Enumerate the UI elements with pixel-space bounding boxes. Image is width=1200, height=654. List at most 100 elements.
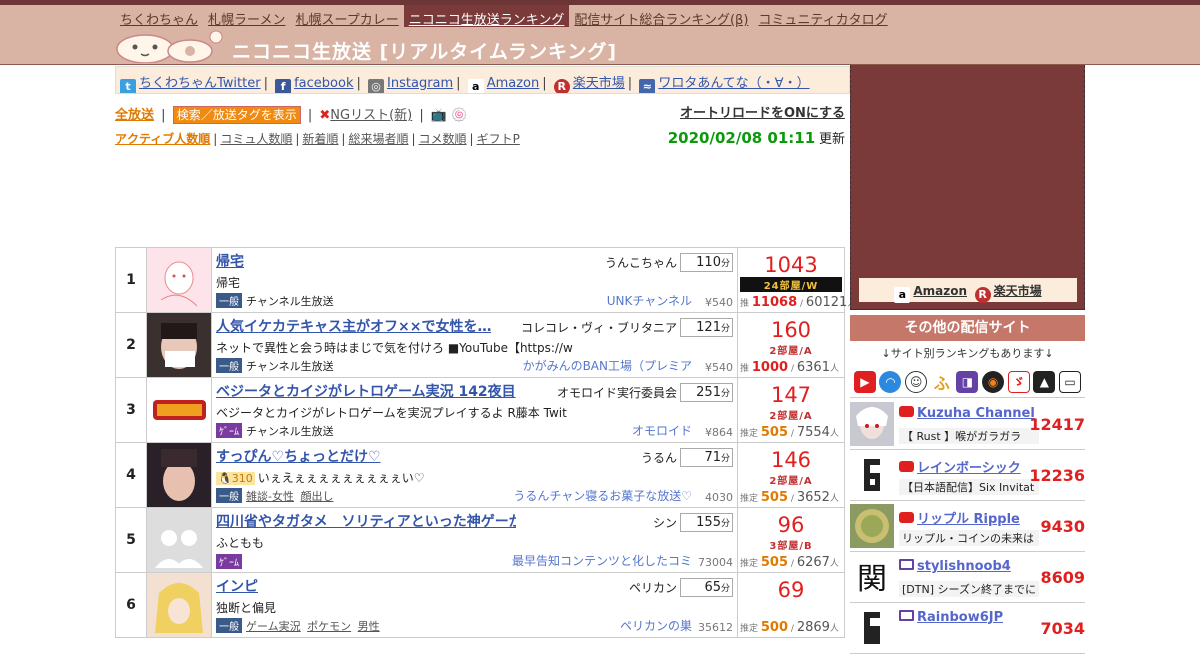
nav-ramen[interactable]: 札幌ラーメン [203,5,290,28]
streamer-list: Kuzuha Channel 【 Rust 】喉がガラガラ 12417 レインボ… [850,399,1085,654]
nav-streaming-ranking[interactable]: 配信サイト総合ランキング(β) [569,5,753,28]
fuwa-icon[interactable]: ふ [930,370,953,393]
showroom-icon[interactable]: ゞ [1007,370,1030,393]
stream-title: リップル・コインの未来は [899,530,1039,546]
sort-community[interactable]: コミュ人数順 [220,132,292,146]
streamer-item[interactable]: レインボーシック 【日本語配信】Six Invitat 12236 [850,450,1085,501]
streamer-item[interactable]: Rainbow6JP 7034 [850,603,1085,654]
all-broadcasts-link[interactable]: 全放送 [115,108,154,123]
penguin-icon: 🐧 [218,472,232,485]
broadcast-title[interactable]: 帰宅 [216,251,244,271]
broadcast-title[interactable]: 四川省やタガタメ ソリティアといった神ゲーが集う枠 [216,511,516,531]
streamer-name[interactable]: レインボーシック [899,457,1021,476]
viewer-stats: 147 2部屋/A 推定 505 / 7554人 [738,378,845,442]
nav-soupcurry[interactable]: 札幌スープカレー [291,5,404,28]
twitch-icon [899,610,914,621]
other-sites-heading: その他の配信サイト [850,315,1085,341]
channel-price: ¥540 [705,361,733,374]
channel-price: 4030 [705,491,733,504]
twitch-icon[interactable]: ◨ [956,370,979,393]
channel-link[interactable]: 最早告知コンテンツと化したコミ [512,552,692,569]
broadcaster-name: オモロイド実行委員会 [556,386,677,400]
wolota-link[interactable]: ワロタあんてな（・∀・） [658,76,809,91]
chikuwa-logo[interactable] [115,27,225,64]
tv-icon[interactable]: 📺 [431,108,447,123]
nicolive-icon[interactable]: ☺ [905,370,928,393]
room-info: 2部屋/A [769,346,813,357]
autoreload-toggle[interactable]: オートリロードをONにする [680,106,845,121]
broadcast-title[interactable]: 人気イケカテキャス主がオフ××で女性を… [216,316,491,336]
tv-box-icon[interactable]: ▭ [1059,370,1082,393]
filter-row: 全放送 | 検索／放送タグを表示 | ✖NGリスト(新) | 📺 🍥 オートリロ… [115,106,845,124]
streamer-avatar[interactable]: 関 [850,555,894,599]
streamer-item[interactable]: リップル Ripple リップル・コインの未来は 9430 [850,501,1085,552]
rakuten-link[interactable]: 楽天市場 [573,76,625,91]
broadcast-title[interactable]: インピ [216,576,258,596]
facebook-link[interactable]: facebook [294,76,353,91]
broadcast-thumbnail[interactable] [147,508,212,572]
sub-tag[interactable]: 男性 [358,620,380,633]
elapsed-minutes: 71分 [680,448,733,467]
viewer-stats: 69 推定 500 / 2869人 [738,573,845,637]
twitter-link[interactable]: ちくわちゃんTwitter [139,76,261,91]
search-tags-button[interactable]: 検索／放送タグを表示 [172,106,301,124]
sort-comments[interactable]: コメ数順 [419,132,467,146]
broadcast-thumbnail[interactable] [147,573,212,637]
ad-rakuten-link[interactable]: 楽天市場 [994,284,1042,298]
sort-new[interactable]: 新着順 [302,132,338,146]
broadcast-thumbnail[interactable] [147,313,212,377]
room-info: 24部屋/W [740,277,842,292]
viewer-stats: 146 2部屋/A 推定 505 / 3652人 [738,443,845,507]
sub-tag[interactable]: 顔出し [300,490,333,503]
streamer-name[interactable]: Kuzuha Channel [899,406,1035,421]
nav-nico-ranking[interactable]: ニコニコ生放送ランキング [403,5,570,28]
streamer-name[interactable]: リップル Ripple [899,508,1020,527]
mildom-icon[interactable]: ▲ [1033,370,1056,393]
nav-community-catalog[interactable]: コミュニティカタログ [753,5,892,28]
streamer-avatar[interactable] [850,606,894,650]
streamer-name[interactable]: Rainbow6JP [899,610,1003,625]
chikuwa-icon[interactable]: 🍥 [451,108,467,123]
nav-chikuwa[interactable]: ちくわちゃん [115,5,203,28]
mirrativ-icon[interactable]: ◠ [879,370,902,393]
visitor-counts: 推定 505 / 7554人 [740,425,839,440]
streamer-avatar[interactable] [850,453,894,497]
viewer-stats: 1043 24部屋/W 推 11068 / 60121人 [738,248,856,312]
sub-tag[interactable]: 雑談-女性 [246,490,294,503]
channel-price: 73004 [698,556,733,569]
broadcast-thumbnail[interactable] [147,378,212,442]
channel-link[interactable]: UNKチャンネル [607,292,692,309]
sub-tag[interactable]: ポケモン [307,620,351,633]
ad-amazon-link[interactable]: Amazon [913,284,967,298]
streamer-avatar[interactable] [850,402,894,446]
rank-number: 4 [115,443,147,507]
visitor-counts: 推 1000 / 6361人 [740,360,839,375]
broadcast-thumbnail[interactable] [147,443,212,507]
channel-link[interactable]: オモロイド [632,422,692,439]
sub-tag: チャンネル生放送 [246,360,334,373]
channel-price: 35612 [698,621,733,634]
channel-link[interactable]: ペリカンの巣 [620,617,692,634]
streamer-avatar[interactable] [850,504,894,548]
openrec-icon[interactable]: ◉ [982,370,1005,393]
rakuten-icon: R [974,287,991,303]
streamer-name[interactable]: stylishnoob4 [899,559,1011,574]
channel-link[interactable]: かがみんのBAN工場（プレミア [523,357,692,374]
broadcast-thumbnail[interactable] [147,248,212,312]
elapsed-minutes: 65分 [680,578,733,597]
ng-list-link[interactable]: NGリスト(新) [330,108,412,123]
youtube-icon[interactable]: ▶ [853,370,876,393]
instagram-link[interactable]: Instagram [387,76,453,91]
broadcast-title[interactable]: すっぴん♡ちょっとだけ♡ [216,446,381,466]
streamer-item[interactable]: 関 stylishnoob4 [DTN] シーズン終了までに 8609 [850,552,1085,603]
sort-active[interactable]: アクティブ人数順 [115,132,210,146]
amazon-link[interactable]: Amazon [487,76,540,91]
channel-link[interactable]: うるんチャン寝るお菓子な放送♡ [513,487,692,504]
table-row: 6 インピ ペリカン 65分 独断と偏見 一般 ゲーム実況 ポケモン 男性 ペリカ… [115,573,845,638]
sub-tag[interactable]: ゲーム実況 [246,620,301,633]
table-row: 2 人気イケカテキャス主がオフ××で女性を… コレコレ・ヴィ・ブリタニア 121… [115,313,845,378]
sort-gift[interactable]: ギフトP [477,132,520,146]
broadcast-title[interactable]: ベジータとカイジがレトロゲーム実況 142夜目 [216,381,516,401]
streamer-item[interactable]: Kuzuha Channel 【 Rust 】喉がガラガラ 12417 [850,399,1085,450]
sort-total-visitors[interactable]: 総来場者順 [348,132,408,146]
